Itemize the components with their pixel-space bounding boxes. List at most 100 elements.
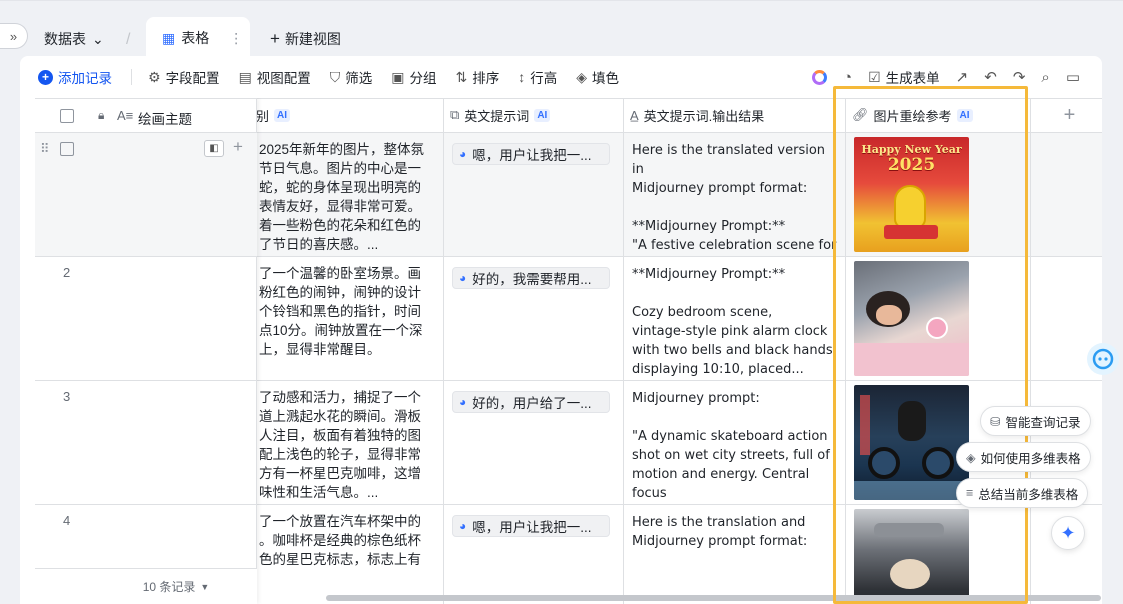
image-cell[interactable]: Happy New Year 2025 bbox=[846, 133, 1031, 257]
chip-label: 嗯，用户让我把一... bbox=[472, 148, 592, 163]
toolbar: + 添加记录 ⚙ 字段配置 ▤ 视图配置 ⛉ 筛选 ▣ 分组 ⇅ 排序 ↕ 行高 ◈ 填色 ◔… bbox=[20, 56, 1102, 98]
add-record-label: 添加记录 bbox=[58, 71, 112, 86]
table-row[interactable]: 了一个放置在汽车杯架中的 。咖啡杯是经典的棕色纸杯 色的星巴克标志，标志上有 bbox=[257, 505, 444, 604]
ai-sparkle-button[interactable]: ✦ bbox=[1051, 516, 1085, 550]
chip-label: 嗯，用户让我把一... bbox=[472, 520, 592, 535]
image-thumbnail-new-year[interactable]: Happy New Year 2025 bbox=[854, 137, 969, 252]
ai-badge: AI bbox=[534, 108, 551, 122]
search-icon[interactable]: ⌕ bbox=[1041, 69, 1049, 86]
column-header-title[interactable]: 绘画主题 bbox=[138, 108, 192, 128]
sort-button[interactable]: ⇅ 排序 bbox=[456, 67, 500, 87]
filter-button[interactable]: ⛉ 筛选 bbox=[330, 67, 373, 87]
plus-icon[interactable]: + bbox=[233, 137, 243, 157]
prompt-cell[interactable]: ◕ 嗯，用户让我把一... bbox=[444, 133, 624, 257]
record-count-footer[interactable]: 10 条记录 ▼ bbox=[35, 568, 257, 604]
chip-label: 好的，用户给了一... bbox=[472, 396, 592, 411]
new-view-button[interactable]: + 新建视图 bbox=[270, 29, 341, 49]
row-height-button[interactable]: ↕ 行高 bbox=[518, 67, 557, 87]
frozen-row-2[interactable]: 2 bbox=[35, 257, 257, 381]
prompt-cell[interactable]: ◕ 好的，用户给了一... bbox=[444, 381, 624, 505]
description-cell: 了一个温馨的卧室场景。画 粉红色的闹钟，闹钟的设计 个铃铛和黑色的指针，时间 点… bbox=[259, 266, 423, 357]
output-cell[interactable]: Here is the translation and Midjourney p… bbox=[624, 505, 846, 604]
header-top-border bbox=[257, 98, 1102, 99]
undo-icon[interactable]: ↶ bbox=[984, 68, 997, 86]
image-thumbnail-car-cup[interactable] bbox=[854, 509, 969, 604]
smart-query-button[interactable]: ⛁ 智能查询记录 bbox=[980, 406, 1091, 436]
expand-sidebar-button[interactable]: » bbox=[0, 23, 28, 49]
description-cell: 2025年新年的图片，整体氛 节日气息。图片的中心是一 蛇，蛇的身体呈现出明亮的… bbox=[259, 142, 425, 252]
field-config-button[interactable]: ⚙ 字段配置 bbox=[148, 67, 220, 87]
chat-bot-icon bbox=[1092, 348, 1114, 370]
tab-grid-view-label: 表格 bbox=[181, 30, 210, 46]
image-cell[interactable] bbox=[846, 257, 1031, 381]
image-thumbnail-bedroom[interactable] bbox=[854, 261, 969, 376]
output-cell[interactable]: Midjourney prompt: "A dynamic skateboard… bbox=[624, 381, 846, 505]
redo-icon[interactable]: ↷ bbox=[1013, 68, 1026, 86]
image-thumbnail-street-rider[interactable] bbox=[854, 385, 969, 500]
how-to-use-button[interactable]: ◈ 如何使用多维表格 bbox=[956, 442, 1091, 472]
table-row[interactable]: 了动感和活力，捕捉了一个 道上溅起水花的瞬间。滑板 人注目，板面有着独特的图 配… bbox=[257, 381, 444, 505]
plus-icon: + bbox=[270, 29, 280, 48]
pedestal bbox=[884, 225, 938, 239]
more-icon[interactable]: ⋮ bbox=[229, 30, 243, 47]
select-all-checkbox[interactable] bbox=[60, 109, 74, 123]
snake-figure bbox=[894, 185, 926, 229]
add-record-button[interactable]: + 添加记录 bbox=[38, 67, 112, 87]
group-label: 分组 bbox=[409, 71, 437, 86]
column-header-prompt-label: 英文提示词 bbox=[464, 108, 530, 124]
breadcrumb-divider: / bbox=[126, 31, 131, 48]
view-config-button[interactable]: ▤ 视图配置 bbox=[239, 67, 311, 87]
attachment-icon: 🔗︎ bbox=[852, 107, 869, 122]
expand-record-icon[interactable]: ◧ bbox=[204, 140, 224, 157]
horizontal-scrollbar[interactable] bbox=[326, 595, 1101, 601]
ai-result-chip[interactable]: ◕ 嗯，用户让我把一... bbox=[452, 515, 610, 537]
lock-icon: 🔒︎ bbox=[98, 108, 105, 122]
ai-badge: AI bbox=[274, 108, 291, 122]
column-header-image-ref[interactable]: 🔗︎ 图片重绘参考 AI bbox=[846, 98, 1031, 132]
description-cell: 了一个放置在汽车杯架中的 。咖啡杯是经典的棕色纸杯 色的星巴克标志，标志上有 bbox=[259, 514, 421, 567]
row-number: 3 bbox=[63, 389, 71, 404]
share-icon[interactable]: ↗ bbox=[956, 68, 969, 86]
image-cell[interactable] bbox=[846, 505, 1031, 604]
summarize-button[interactable]: ≡ 总结当前多维表格 bbox=[956, 478, 1089, 508]
frozen-row-1[interactable]: ⠿ ◧ + bbox=[35, 133, 257, 257]
table-row[interactable]: 了一个温馨的卧室场景。画 粉红色的闹钟，闹钟的设计 个铃铛和黑色的指针，时间 点… bbox=[257, 257, 444, 381]
ai-result-chip[interactable]: ◕ 好的，我需要帮用... bbox=[452, 267, 610, 289]
chat-bot-button[interactable] bbox=[1087, 343, 1119, 375]
ai-assistant-icon[interactable] bbox=[812, 69, 828, 85]
column-header-prompt[interactable]: ⧉ 英文提示词 AI bbox=[444, 98, 624, 132]
ai-badge: AI bbox=[956, 108, 973, 122]
text-field-icon: A≡ bbox=[117, 108, 134, 123]
drag-handle-icon[interactable]: ⠿ bbox=[40, 141, 49, 157]
fill-color-button[interactable]: ◈ 填色 bbox=[576, 67, 619, 87]
ai-result-chip[interactable]: ◕ 嗯，用户让我把一... bbox=[452, 143, 610, 165]
column-header-prompt-output[interactable]: A̲ 英文提示词.输出结果 bbox=[624, 98, 846, 132]
tab-grid-view[interactable]: ▦ 表格 ⋮ bbox=[146, 17, 250, 59]
group-button[interactable]: ▣ 分组 bbox=[391, 67, 436, 87]
generate-form-button[interactable]: ☑ 生成表单 bbox=[868, 67, 940, 87]
plus-icon: + bbox=[1063, 103, 1076, 126]
smart-query-label: 智能查询记录 bbox=[1005, 415, 1081, 430]
row-checkbox[interactable] bbox=[60, 142, 74, 156]
summarize-label: 总结当前多维表格 bbox=[978, 487, 1079, 502]
prompt-cell[interactable]: ◕ 好的，我需要帮用... bbox=[444, 257, 624, 381]
table-row[interactable]: 2025年新年的图片，整体氛 节日气息。图片的中心是一 蛇，蛇的身体呈现出明亮的… bbox=[257, 133, 444, 257]
graduation-cap-icon: ◈ bbox=[966, 450, 976, 465]
comment-icon[interactable]: ▭ bbox=[1066, 68, 1080, 86]
table-selector[interactable]: 数据表 ⌄ bbox=[44, 29, 104, 49]
column-header-category[interactable]: 题别 AI bbox=[257, 98, 444, 132]
chevron-down-icon: ⌄ bbox=[92, 30, 104, 47]
output-cell[interactable]: **Midjourney Prompt:** Cozy bedroom scen… bbox=[624, 257, 846, 381]
frozen-row-3[interactable]: 3 bbox=[35, 381, 257, 505]
output-text: Midjourney prompt: "A dynamic skateboard… bbox=[632, 391, 830, 501]
expand-icon: » bbox=[9, 28, 18, 44]
table-selector-label: 数据表 bbox=[44, 31, 86, 47]
add-column-button[interactable]: + bbox=[1031, 98, 1102, 132]
ai-result-chip[interactable]: ◕ 好的，用户给了一... bbox=[452, 391, 610, 413]
prompt-cell[interactable]: ◕ 嗯，用户让我把一... bbox=[444, 505, 624, 604]
fill-color-label: 填色 bbox=[592, 71, 620, 86]
filter-label: 筛选 bbox=[345, 71, 373, 86]
filter-icon: ⛉ bbox=[329, 68, 341, 85]
output-cell[interactable]: Here is the translated version in Midjou… bbox=[624, 133, 846, 257]
automation-icon[interactable]: ◔ bbox=[843, 69, 852, 86]
